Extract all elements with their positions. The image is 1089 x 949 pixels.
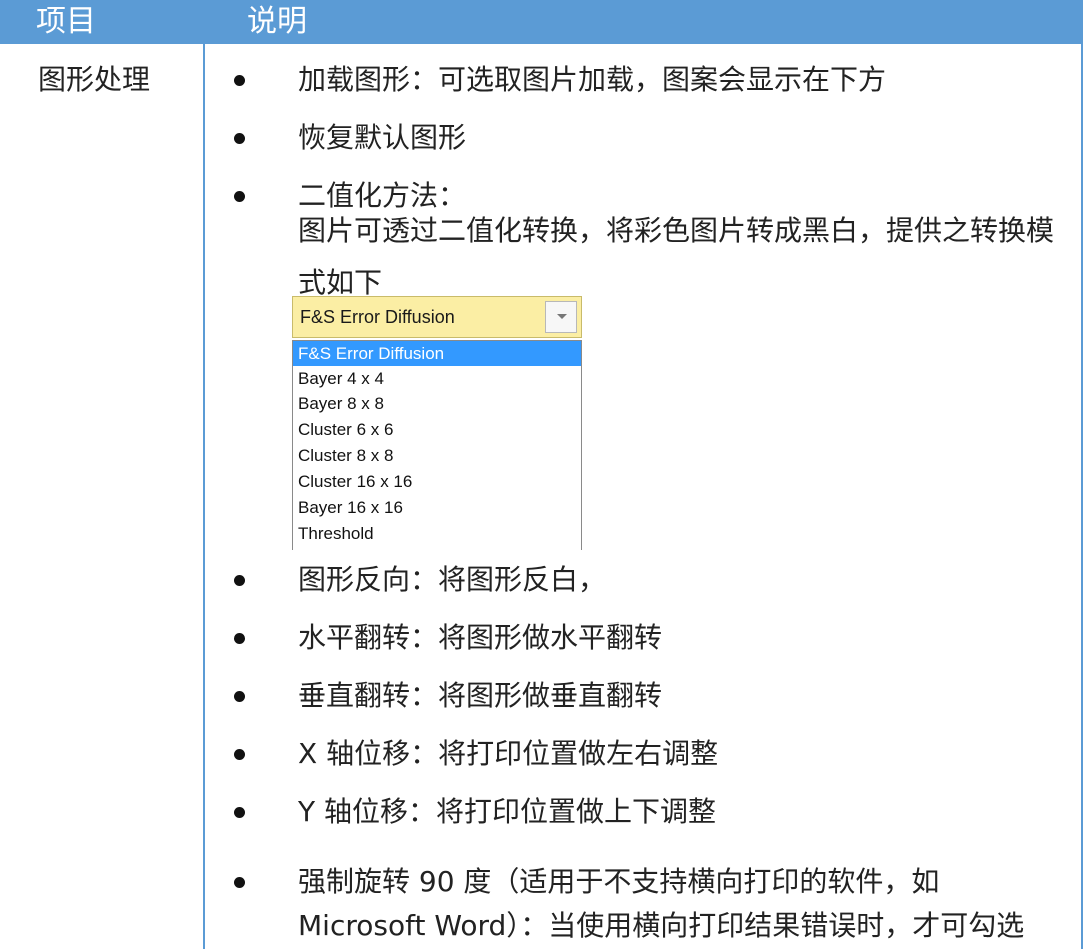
document-page: 项目 说明 图形处理 加载图形：可选取图片加载，图案会显示在下方 恢复默认图形 … [0, 0, 1089, 949]
binarize-method-select[interactable]: F&S Error Diffusion [292, 296, 582, 338]
dropdown-option[interactable]: Threshold [293, 521, 581, 546]
dropdown-option[interactable]: Bayer 8 x 8 [293, 391, 581, 416]
bullet-dot [234, 691, 245, 702]
binarize-description: 图片可透过二值化转换，将彩色图片转成黑白，提供之转换模式如下 [298, 214, 1055, 299]
dropdown-toggle-button[interactable] [545, 301, 577, 333]
bullet-dot [234, 75, 245, 86]
dropdown-option[interactable]: Cluster 8 x 8 [293, 443, 581, 468]
bullet-dot [234, 133, 245, 144]
dropdown-option[interactable]: F&S Error Diffusion [293, 341, 581, 366]
bullet-dot [234, 807, 245, 818]
dropdown-option[interactable]: Cluster 6 x 6 [293, 417, 581, 442]
dropdown-option[interactable]: Bayer 4 x 4 [293, 366, 581, 391]
item-name: 图形处理 [38, 63, 151, 96]
bullet-text: X 轴位移：将打印位置做左右调整 [298, 737, 719, 770]
chevron-down-icon [557, 314, 567, 319]
bullet-dot [234, 877, 245, 888]
bullet-dot [234, 749, 245, 760]
bullet-text: 垂直翻转：将图形做垂直翻转 [298, 679, 663, 712]
bullet-dot [234, 575, 245, 586]
bullet-dot [234, 633, 245, 644]
dropdown-list: F&S Error Diffusion Bayer 4 x 4 Bayer 8 … [292, 340, 582, 550]
header-description-label: 说明 [247, 4, 307, 39]
table-header: 项目 说明 [0, 0, 1083, 44]
bullet-text: 恢复默认图形 [298, 121, 467, 154]
bullet-text: Y 轴位移：将打印位置做上下调整 [298, 795, 717, 828]
select-value: F&S Error Diffusion [300, 307, 455, 327]
column-divider [203, 44, 205, 949]
dropdown-option[interactable]: Bayer 16 x 16 [293, 495, 581, 520]
dropdown-option[interactable]: Cluster 16 x 16 [293, 469, 581, 494]
bullet-text: 图形反向：将图形反白， [298, 563, 607, 596]
bullet-dot [234, 191, 245, 202]
table-right-border [1081, 44, 1083, 949]
bullet-text: 强制旋转 90 度（适用于不支持横向打印的软件，如 Microsoft Word… [298, 865, 1025, 942]
bullet-text: 水平翻转：将图形做水平翻转 [298, 621, 663, 654]
header-item-label: 项目 [36, 4, 96, 39]
bullet-text: 加载图形：可选取图片加载，图案会显示在下方 [298, 63, 887, 96]
